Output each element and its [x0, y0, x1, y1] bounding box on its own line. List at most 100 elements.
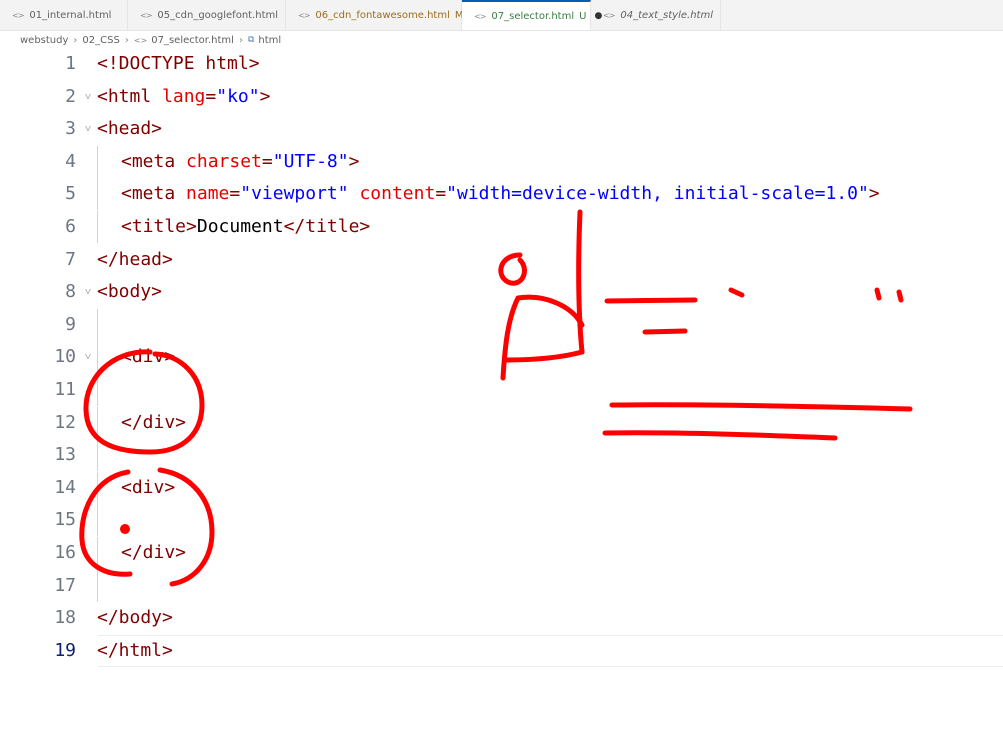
indent-guide: [97, 537, 98, 569]
line-number: 17: [54, 574, 76, 596]
code-line[interactable]: 10 ˅ <div>: [0, 341, 1003, 374]
line-number: 10: [54, 346, 76, 368]
element-symbol-icon: ⧉: [247, 35, 255, 45]
code-token-attr: content: [359, 183, 436, 205]
breadcrumb: webstudy › 02_CSS › <> 07_selector.html › ⧉ html: [20, 32, 281, 48]
chevron-right-icon: ›: [238, 34, 243, 46]
code-text: </div>: [121, 407, 186, 439]
code-token-str: "ko": [216, 85, 260, 107]
indent-guide: [97, 504, 98, 537]
tab-label: 01_internal.html: [29, 9, 112, 21]
line-number: 9: [65, 313, 76, 335]
code-token-tag: <div>: [121, 476, 176, 498]
code-token-tag: <div>: [121, 346, 176, 368]
line-number: 13: [54, 444, 76, 466]
indent-guide: [97, 406, 98, 439]
breadcrumb-item[interactable]: webstudy: [20, 35, 68, 46]
code-line[interactable]: 19 </html>: [0, 634, 1003, 667]
code-line[interactable]: 9: [0, 308, 1003, 341]
code-text: <div>: [121, 341, 175, 373]
indent-guide: [97, 471, 98, 504]
code-token-tag: </div>: [121, 411, 187, 433]
code-editor[interactable]: 1 <!DOCTYPE html> 2 ˅ <html lang="ko"> 3 ˅ <hea…: [0, 48, 1003, 739]
chevron-down-icon[interactable]: ˅: [82, 276, 94, 308]
code-line[interactable]: 4 <meta charset="UTF-8">: [0, 145, 1003, 178]
chevron-down-icon[interactable]: ˅: [82, 341, 94, 373]
editor-tab-bar: <> 01_internal.html <> 05_cdn_googlefont.ht…: [0, 0, 1003, 31]
code-token-str: "UTF-8": [272, 150, 349, 172]
line-number: 5: [65, 183, 76, 205]
code-line[interactable]: 6 <title>Document</title>: [0, 211, 1003, 243]
code-line[interactable]: 17: [0, 569, 1003, 602]
line-number: 12: [54, 411, 76, 433]
code-token-tag: =: [435, 183, 447, 205]
code-text: <meta name="viewport" content="width=dev…: [121, 178, 880, 210]
code-token-tag: <meta: [121, 183, 187, 205]
html-file-icon: <>: [140, 10, 152, 20]
line-number: 11: [54, 379, 76, 400]
html-file-icon: <>: [12, 10, 24, 20]
breadcrumb-item[interactable]: html: [258, 35, 281, 46]
code-line[interactable]: 1 <!DOCTYPE html>: [0, 48, 1003, 80]
tab-git-status: U: [579, 10, 587, 22]
code-text: <!DOCTYPE html>: [97, 48, 260, 80]
html-file-icon: <>: [133, 35, 148, 45]
code-line[interactable]: 14 <div>: [0, 471, 1003, 504]
code-token-tag: </title>: [283, 216, 371, 237]
indent-guide: [97, 178, 98, 211]
line-number: 19: [54, 639, 76, 661]
tab-07-selector-html[interactable]: <> 07_selector.html U ●: [462, 0, 602, 30]
code-token-attr: charset: [186, 150, 262, 172]
code-token-tag: >: [868, 183, 880, 205]
code-line[interactable]: 15: [0, 504, 1003, 537]
code-token-tag: [349, 183, 360, 204]
breadcrumb-item[interactable]: 07_selector.html: [151, 35, 234, 46]
indent-guide: [97, 341, 98, 374]
code-token-tag: <head>: [97, 118, 163, 140]
code-line[interactable]: 7 </head>: [0, 244, 1003, 276]
code-token-tag: </html>: [97, 639, 173, 661]
indent-guide: [97, 569, 98, 602]
code-line[interactable]: 12 </div>: [0, 406, 1003, 439]
tab-label: 07_selector.html: [491, 10, 575, 22]
tab-05-cdn-googlefont-html[interactable]: <> 05_cdn_googlefont.html: [128, 0, 286, 30]
tab-06-cdn-fontawesome-html[interactable]: <> 06_cdn_fontawesome.html M: [286, 0, 464, 30]
code-token-tag: <title>: [121, 216, 197, 237]
line-number: 18: [54, 607, 76, 629]
indent-guide: [97, 374, 98, 406]
line-number: 4: [65, 150, 76, 172]
chevron-down-icon[interactable]: ˅: [82, 81, 94, 113]
code-text: </head>: [97, 244, 173, 276]
html-file-icon: <>: [603, 10, 615, 20]
chevron-down-icon[interactable]: ˅: [82, 113, 94, 145]
chevron-right-icon: ›: [124, 34, 129, 46]
line-number: 7: [65, 248, 76, 270]
code-text: </html>: [97, 635, 173, 667]
code-token-tag: <html: [97, 85, 163, 107]
tab-04-text-style-html[interactable]: <> 04_text_style.html: [591, 0, 721, 30]
code-token-tag: <body>: [97, 281, 163, 303]
breadcrumb-item[interactable]: 02_CSS: [82, 35, 119, 46]
code-line[interactable]: 18 </body>: [0, 602, 1003, 634]
line-number: 15: [54, 509, 76, 531]
indent-guide: [97, 211, 98, 243]
code-line[interactable]: 11: [0, 374, 1003, 406]
code-text: <title>Document</title>: [121, 211, 370, 243]
code-token-tag: </head>: [97, 248, 173, 270]
html-file-icon: <>: [298, 10, 310, 20]
code-line[interactable]: 8 ˅ <body>: [0, 276, 1003, 308]
code-token-text: Document: [196, 216, 284, 237]
code-line[interactable]: 5 <meta name="viewport" content="width=de…: [0, 178, 1003, 211]
code-line[interactable]: 3 ˅ <head>: [0, 113, 1003, 145]
html-file-icon: <>: [474, 11, 486, 21]
code-text: <head>: [97, 113, 162, 145]
code-line[interactable]: 2 ˅ <html lang="ko">: [0, 81, 1003, 113]
tab-01-internal-html[interactable]: <> 01_internal.html: [0, 0, 128, 30]
code-token-tag: >: [259, 85, 271, 107]
indent-guide: [97, 308, 98, 341]
indent-guide: [97, 439, 98, 472]
code-line[interactable]: 16 </div>: [0, 537, 1003, 569]
code-line[interactable]: 13: [0, 439, 1003, 472]
code-text: </div>: [121, 537, 186, 569]
code-token-tag: =: [205, 85, 217, 107]
